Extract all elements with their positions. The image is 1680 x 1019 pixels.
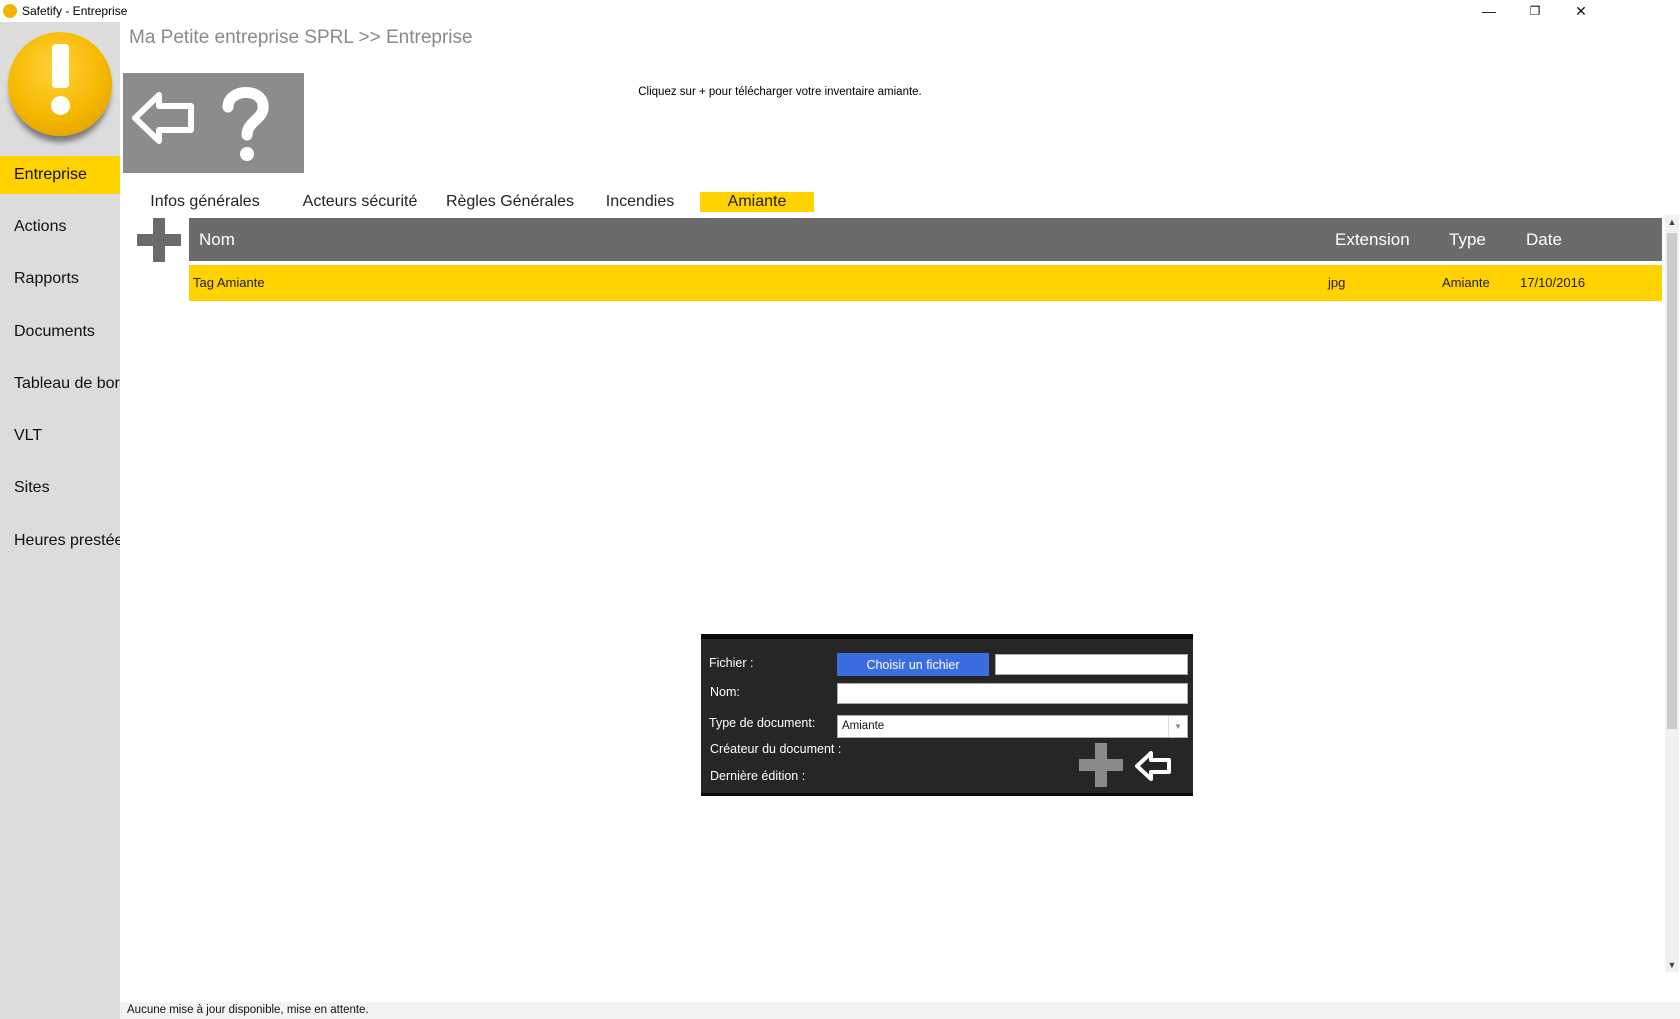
safetify-logo (8, 32, 112, 136)
restore-button[interactable]: ❐ (1512, 0, 1558, 22)
cancel-back-arrow-icon[interactable] (1133, 749, 1173, 783)
title-bar: Safetify - Entreprise — ❐ ✕ (0, 0, 1680, 22)
instruction-text: Cliquez sur + pour télécharger votre inv… (638, 86, 922, 98)
fichier-label: Fichier : (709, 656, 754, 670)
column-header-type[interactable]: Type (1449, 230, 1486, 250)
sidebar-item-documents[interactable]: Documents (0, 313, 120, 351)
tab-regles-generales[interactable]: Règles Générales (440, 192, 580, 212)
close-button[interactable]: ✕ (1558, 0, 1604, 22)
column-header-nom[interactable]: Nom (199, 230, 235, 250)
toolbox-icons (132, 87, 269, 161)
table-header: Nom Extension Type Date (189, 218, 1662, 261)
cell-extension: jpg (1328, 275, 1346, 290)
sidebar-item-tableau-de-bord[interactable]: Tableau de bor (0, 365, 120, 403)
sidebar-item-sites[interactable]: Sites (0, 469, 120, 507)
minimize-button[interactable]: — (1466, 0, 1512, 22)
nom-field[interactable] (837, 683, 1188, 704)
type-label: Type de document: (709, 716, 816, 730)
sidebar-item-actions[interactable]: Actions (0, 208, 120, 246)
tab-amiante[interactable]: Amiante (700, 192, 814, 212)
cell-type: Amiante (1442, 275, 1490, 290)
chevron-down-icon: ▼ (1168, 716, 1187, 737)
nom-label: Nom: (710, 685, 740, 699)
sidebar-item-vlt[interactable]: VLT (0, 417, 120, 455)
table-row[interactable]: Tag Amiante jpg Amiante 17/10/2016 (189, 265, 1662, 301)
sidebar-item-rapports[interactable]: Rapports (0, 260, 120, 298)
add-icon[interactable] (137, 218, 181, 267)
scroll-up-arrow-icon[interactable]: ▲ (1665, 215, 1679, 229)
file-path-field[interactable] (995, 654, 1188, 675)
vertical-scrollbar[interactable]: ▲ ▼ (1665, 215, 1679, 972)
question-mark-icon[interactable] (222, 87, 269, 161)
status-bar: Aucune mise à jour disponible, mise en a… (120, 1002, 1680, 1019)
sidebar-item-entreprise[interactable]: Entreprise (0, 156, 120, 194)
sidebar-item-heures-prestees[interactable]: Heures prestée (0, 522, 120, 560)
exclamation-dot (51, 96, 70, 115)
scroll-down-arrow-icon[interactable]: ▼ (1665, 958, 1679, 972)
upload-dialog: Fichier : Choisir un fichier Nom: Type d… (701, 634, 1193, 796)
cell-nom: Tag Amiante (193, 275, 265, 290)
window-title: Safetify - Entreprise (22, 4, 128, 18)
column-header-date[interactable]: Date (1526, 230, 1562, 250)
exclamation-bar (52, 44, 69, 88)
tab-acteurs-securite[interactable]: Acteurs sécurité (290, 192, 430, 212)
scrollbar-thumb[interactable] (1667, 233, 1677, 729)
status-text: Aucune mise à jour disponible, mise en a… (127, 1004, 369, 1016)
toolbox (123, 73, 304, 173)
createur-label: Créateur du document : (710, 742, 842, 756)
confirm-add-icon[interactable] (1079, 743, 1123, 787)
cell-date: 17/10/2016 (1520, 275, 1586, 290)
breadcrumb: Ma Petite entreprise SPRL >> Entreprise (129, 27, 473, 48)
sidebar: Entreprise Actions Rapports Documents Ta… (0, 22, 120, 1019)
tab-incendies[interactable]: Incendies (600, 192, 680, 212)
app-logo-icon (3, 4, 17, 18)
document-type-value: Amiante (842, 720, 885, 732)
document-type-select[interactable]: Amiante ▼ (837, 715, 1188, 738)
column-header-extension[interactable]: Extension (1335, 230, 1410, 250)
tab-infos-generales[interactable]: Infos générales (145, 192, 265, 212)
back-arrow-icon[interactable] (132, 92, 194, 144)
derniere-edition-label: Dernière édition : (710, 769, 806, 783)
choose-file-button[interactable]: Choisir un fichier (837, 653, 989, 676)
